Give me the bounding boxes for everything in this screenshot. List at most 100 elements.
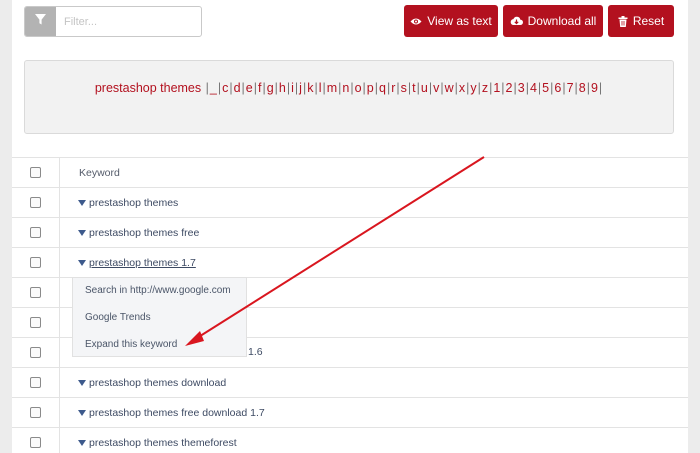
caret-down-icon — [78, 229, 86, 236]
view-as-text-label: View as text — [427, 14, 492, 28]
row-checkbox[interactable] — [30, 377, 41, 388]
alpha-link[interactable]: w — [445, 81, 454, 95]
alpha-separator: | — [550, 81, 554, 95]
reset-button[interactable]: Reset — [608, 5, 674, 37]
row-checkbox[interactable] — [30, 407, 41, 418]
alpha-link[interactable]: p — [367, 81, 374, 95]
row-check-cell — [12, 218, 60, 247]
alpha-link[interactable]: r — [391, 81, 395, 95]
alpha-link[interactable]: q — [379, 81, 386, 95]
table-row: prestashop themes themeforest — [12, 427, 688, 453]
alpha-link[interactable]: 3 — [518, 81, 525, 95]
keyword-text: prestashop themes themeforest — [89, 436, 237, 449]
filter-input[interactable] — [56, 7, 196, 36]
filter-button[interactable] — [25, 7, 56, 36]
view-as-text-button[interactable]: View as text — [404, 5, 498, 37]
keyword-text: prestashop themes free — [89, 226, 200, 239]
alpha-link[interactable]: 2 — [506, 81, 513, 95]
row-checkbox[interactable] — [30, 257, 41, 268]
row-check-cell — [12, 248, 60, 277]
alpha-link[interactable]: d — [234, 81, 241, 95]
alpha-separator: | — [396, 81, 400, 95]
caret-down-icon — [78, 259, 86, 266]
keyword-cell[interactable]: prestashop themes free — [60, 227, 199, 239]
alpha-separator: | — [322, 81, 326, 95]
caret-down-icon — [78, 439, 86, 446]
alpha-separator: | — [416, 81, 420, 95]
menu-item-search-google[interactable]: Search in http://www.google.com — [85, 285, 231, 296]
keyword-text: prestashop themes download — [89, 376, 227, 389]
row-check-cell — [12, 308, 60, 337]
alpha-separator: | — [253, 81, 257, 95]
alpha-separator: | — [217, 81, 222, 95]
alpha-separator: | — [598, 81, 603, 95]
alpha-link[interactable]: 9 — [591, 81, 598, 95]
alpha-separator: | — [440, 81, 444, 95]
alpha-link[interactable]: 7 — [567, 81, 574, 95]
keyword-cell[interactable]: prestashop themes — [60, 197, 178, 209]
alpha-link[interactable]: v — [433, 81, 439, 95]
alpha-separator: | — [466, 81, 470, 95]
alpha-separator: | — [386, 81, 391, 95]
alpha-separator: | — [302, 81, 307, 95]
row-checkbox[interactable] — [30, 287, 41, 298]
alpha-link[interactable]: 4 — [530, 81, 537, 95]
menu-item-google-trends[interactable]: Google Trends — [85, 312, 151, 323]
caret-down-icon — [78, 379, 86, 386]
select-all-checkbox[interactable] — [30, 167, 41, 178]
alpha-link[interactable]: y — [470, 81, 476, 95]
alpha-link[interactable]: _ — [210, 81, 217, 95]
alpha-link[interactable]: m — [327, 81, 337, 95]
alpha-separator: | — [525, 81, 529, 95]
alpha-link[interactable]: u — [421, 81, 428, 95]
alpha-link[interactable]: 8 — [579, 81, 586, 95]
alpha-link[interactable]: f — [258, 81, 261, 95]
row-check-cell — [12, 278, 60, 307]
download-all-button[interactable]: Download all — [503, 5, 603, 37]
alpha-link[interactable]: e — [246, 81, 253, 95]
alpha-link[interactable]: g — [267, 81, 274, 95]
alpha-separator: | — [314, 81, 318, 95]
alphabet-nav: prestashop themes |_|c|d|e|f|g|h|i|j|k|l… — [24, 60, 674, 134]
keyword-cell[interactable]: prestashop themes free download 1.7 — [60, 407, 265, 419]
row-checkbox[interactable] — [30, 197, 41, 208]
keyword-cell[interactable]: prestashop themes download — [60, 377, 226, 389]
alpha-link[interactable]: j — [299, 81, 302, 95]
alpha-link[interactable]: i — [291, 81, 294, 95]
alpha-link[interactable]: k — [307, 81, 313, 95]
menu-item-expand-keyword[interactable]: Expand this keyword — [85, 339, 177, 350]
alpha-separator: | — [489, 81, 493, 95]
alpha-link[interactable]: 6 — [554, 81, 561, 95]
alpha-link[interactable]: 1 — [493, 81, 500, 95]
cloud-download-icon — [510, 16, 523, 26]
row-checkbox[interactable] — [30, 227, 41, 238]
keyword-cell[interactable]: prestashop themes themeforest — [60, 437, 237, 449]
alpha-link[interactable]: s — [401, 81, 407, 95]
alpha-link[interactable]: z — [482, 81, 488, 95]
row-checkbox[interactable] — [30, 347, 41, 358]
alpha-separator: | — [262, 81, 266, 95]
alpha-separator: | — [362, 81, 366, 95]
alpha-link[interactable]: 5 — [542, 81, 549, 95]
keyword-column-header: Keyword — [79, 166, 120, 179]
alpha-link[interactable]: c — [222, 81, 228, 95]
row-check-cell — [12, 428, 60, 453]
alpha-link[interactable]: o — [355, 81, 362, 95]
keyword-cell[interactable]: prestashop themes 1.7 — [60, 257, 196, 269]
alpha-link[interactable]: n — [342, 81, 349, 95]
keyword-text: prestashop themes — [89, 196, 179, 209]
table-row: prestashop themes download — [12, 367, 688, 397]
table-header-row: Keyword — [12, 157, 688, 187]
alpha-link[interactable]: x — [459, 81, 465, 95]
row-check-cell — [12, 338, 60, 367]
keyword-text: prestashop themes 1.7 — [89, 256, 196, 269]
alpha-separator: | — [501, 81, 505, 95]
alpha-link[interactable]: h — [279, 81, 286, 95]
row-checkbox[interactable] — [30, 317, 41, 328]
trash-icon — [618, 15, 628, 27]
row-checkbox[interactable] — [30, 437, 41, 448]
select-all-cell — [12, 158, 60, 187]
filter-box — [24, 6, 202, 37]
alpha-link[interactable]: t — [412, 81, 415, 95]
alpha-link-first[interactable]: prestashop themes — [95, 81, 201, 95]
